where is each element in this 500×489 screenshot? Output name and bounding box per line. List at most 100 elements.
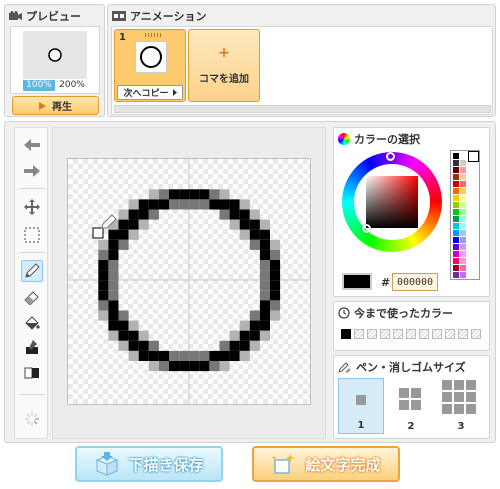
pixel	[158, 361, 169, 372]
pixel	[179, 199, 190, 210]
palette-swatch[interactable]	[453, 244, 459, 250]
pixel	[98, 260, 109, 271]
recent-color-slot[interactable]	[367, 329, 377, 339]
redo-button[interactable]	[21, 160, 43, 182]
palette-swatch[interactable]	[460, 209, 466, 215]
size-3-button[interactable]: 3	[438, 378, 484, 434]
palette-swatch[interactable]	[453, 223, 459, 229]
select-tool[interactable]	[21, 224, 43, 246]
palette-swatch[interactable]	[453, 195, 459, 201]
size-1-button[interactable]: 1	[338, 378, 384, 434]
film-icon	[112, 11, 126, 21]
palette-swatch[interactable]	[460, 223, 466, 229]
zoom-200-button[interactable]: 200%	[56, 80, 88, 91]
palette-swatch[interactable]	[453, 251, 459, 257]
pixel	[229, 199, 240, 210]
recent-color-slot[interactable]	[458, 329, 468, 339]
recent-color-slot[interactable]	[419, 329, 429, 339]
save-draft-button[interactable]: 下描き保存	[75, 446, 223, 482]
palette-swatch[interactable]	[460, 244, 466, 250]
pixel	[138, 209, 149, 220]
palette-swatch[interactable]	[460, 153, 466, 159]
hue-wheel[interactable]	[342, 152, 442, 252]
undo-icon	[24, 139, 40, 151]
recent-color-slot[interactable]	[341, 329, 351, 339]
palette-swatch[interactable]	[453, 209, 459, 215]
palette-swatch[interactable]	[460, 237, 466, 243]
palette-swatch[interactable]	[453, 230, 459, 236]
eraser-icon	[24, 291, 39, 305]
recent-color-slot[interactable]	[432, 329, 442, 339]
hue-handle[interactable]	[386, 152, 395, 161]
undo-button[interactable]	[21, 134, 43, 156]
pixel	[219, 361, 230, 372]
palette-swatch[interactable]	[453, 160, 459, 166]
save-draft-label: 下描き保存	[128, 455, 204, 474]
add-frame-button[interactable]: + コマを追加	[188, 29, 260, 102]
pixel	[270, 290, 281, 301]
palette-swatch[interactable]	[460, 230, 466, 236]
frame-grip-icon	[145, 33, 161, 37]
complete-emoji-button[interactable]: 絵文字完成	[252, 446, 400, 482]
palette-swatch[interactable]	[453, 265, 459, 271]
recent-color-slot[interactable]	[471, 329, 481, 339]
palette-swatch[interactable]	[460, 265, 466, 271]
pixel	[128, 219, 139, 230]
recent-color-slot[interactable]	[393, 329, 403, 339]
color-palette[interactable]	[450, 150, 480, 280]
preview-thumbnail	[48, 48, 62, 62]
pixel-canvas[interactable]	[67, 158, 311, 405]
palette-swatch[interactable]	[453, 181, 459, 187]
eraser-tool[interactable]	[21, 286, 43, 308]
palette-swatch[interactable]	[460, 195, 466, 201]
next-copy-button[interactable]: 次へコピー	[117, 85, 183, 100]
hash-label: #	[381, 276, 391, 289]
palette-swatch[interactable]	[460, 258, 466, 264]
palette-swatch[interactable]	[453, 216, 459, 222]
palette-swatch[interactable]	[460, 216, 466, 222]
palette-swatch[interactable]	[460, 251, 466, 257]
pixel	[189, 189, 200, 200]
palette-swatch[interactable]	[453, 202, 459, 208]
pencil-tool[interactable]	[21, 260, 43, 282]
palette-swatch[interactable]	[453, 258, 459, 264]
copy-tool[interactable]	[21, 362, 43, 384]
complete-label: 絵文字完成	[305, 455, 381, 474]
palette-swatch[interactable]	[460, 202, 466, 208]
box-icon	[96, 452, 119, 476]
palette-swatch[interactable]	[453, 188, 459, 194]
recent-color-slot[interactable]	[406, 329, 416, 339]
fill-tool[interactable]	[21, 312, 43, 334]
recent-color-slot[interactable]	[445, 329, 455, 339]
palette-swatch[interactable]	[460, 160, 466, 166]
saturation-box[interactable]	[366, 176, 418, 228]
size-2-button[interactable]: 2	[388, 378, 434, 434]
frame-scrollbar[interactable]	[114, 105, 491, 113]
pixel	[219, 340, 230, 351]
palette-swatch[interactable]	[460, 174, 466, 180]
palette-swatch[interactable]	[453, 237, 459, 243]
pixel	[249, 330, 260, 341]
pixel	[239, 330, 250, 341]
move-tool[interactable]	[21, 196, 43, 218]
pixel	[199, 189, 210, 200]
palette-swatch[interactable]	[460, 181, 466, 187]
pixel	[169, 361, 180, 372]
hex-input[interactable]: 000000	[392, 273, 438, 291]
palette-swatch[interactable]	[453, 272, 459, 278]
frame-1[interactable]: 1 次へコピー	[114, 29, 186, 102]
fill-icon	[25, 316, 40, 330]
palette-swatch[interactable]	[453, 153, 459, 159]
recent-color-slot[interactable]	[354, 329, 364, 339]
size-1-label: 1	[357, 420, 365, 431]
palette-swatch[interactable]	[453, 167, 459, 173]
palette-swatch[interactable]	[460, 188, 466, 194]
eyedropper-tool[interactable]	[21, 336, 43, 358]
value-handle[interactable]	[362, 224, 371, 233]
play-button[interactable]: 再生	[12, 96, 99, 115]
recent-color-slot[interactable]	[380, 329, 390, 339]
palette-swatch[interactable]	[453, 174, 459, 180]
zoom-100-button[interactable]: 100%	[23, 80, 55, 91]
palette-swatch[interactable]	[460, 272, 466, 278]
palette-swatch[interactable]	[460, 167, 466, 173]
